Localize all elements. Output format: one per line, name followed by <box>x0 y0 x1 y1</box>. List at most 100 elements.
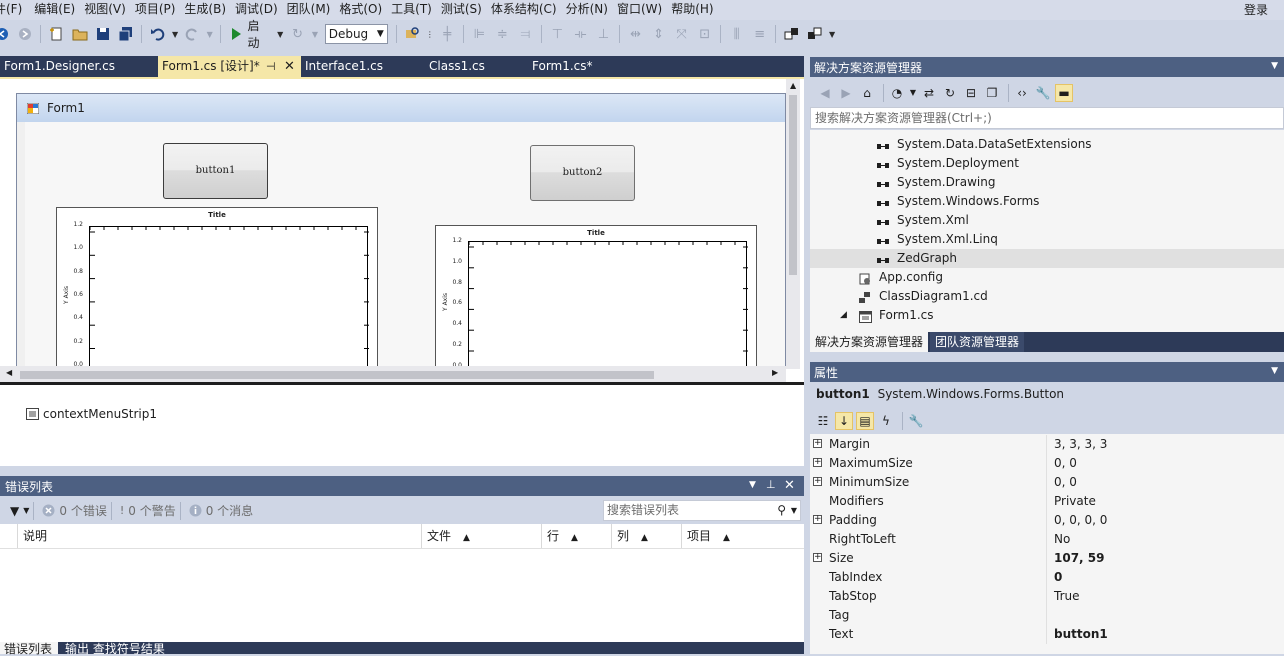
menu-item[interactable]: 项目(P) <box>135 0 187 20</box>
property-row[interactable]: Tag <box>810 606 1284 625</box>
open-folder-icon[interactable] <box>70 24 89 44</box>
property-value[interactable]: True <box>1054 587 1080 606</box>
search-icon[interactable]: ⚲ <box>777 501 786 520</box>
property-row[interactable]: Text button1 <box>810 625 1284 644</box>
events-lightning-icon[interactable]: ϟ <box>877 412 895 430</box>
find-in-files-icon[interactable] <box>403 24 422 44</box>
column-line[interactable]: 行 ▲ <box>541 524 611 548</box>
messages-toggle[interactable]: 0 个消息 <box>189 502 253 519</box>
tab-interface1-cs[interactable]: Interface1.cs <box>301 56 425 77</box>
make-same-size-icon[interactable]: ⤧ <box>672 24 691 44</box>
pending-dropdown-icon[interactable]: ▼ <box>909 84 917 102</box>
tree-node[interactable]: System.Xml.Linq <box>810 230 1284 249</box>
vertical-spacing-icon[interactable]: ≡ <box>750 24 769 44</box>
property-grid[interactable]: + Margin 3, 3, 3, 3 + MaximumSize 0, 0 + Minimu… <box>810 434 1284 654</box>
pin-icon[interactable]: ⊥ <box>766 478 776 491</box>
solution-explorer-tree[interactable]: System.Data.DataSetExtensions System.Depl… <box>810 130 1284 332</box>
column-column[interactable]: 列 ▲ <box>611 524 681 548</box>
properties-view-icon[interactable]: ▤ <box>856 411 874 430</box>
forward-icon[interactable]: ▶ <box>837 84 855 102</box>
tab-form1-cs-design[interactable]: Form1.cs [设计]* ⊣ ✕ <box>158 56 301 77</box>
expand-plus-icon[interactable]: + <box>813 458 822 467</box>
horizontal-spacing-icon[interactable]: ⫼ <box>727 24 746 44</box>
new-project-icon[interactable] <box>47 24 66 44</box>
property-value[interactable]: 0 <box>1054 568 1062 587</box>
redo-dropdown-icon[interactable]: ▼ <box>206 24 214 44</box>
errors-toggle[interactable]: 0 个错误 <box>42 502 107 519</box>
make-same-height-icon[interactable]: ⇕ <box>649 24 668 44</box>
menu-item[interactable]: 格式(O) <box>339 0 393 20</box>
property-value[interactable]: 107, 59 <box>1054 549 1104 568</box>
back-icon[interactable]: ◀ <box>816 84 834 102</box>
window-position-icon[interactable]: ▼ <box>1271 61 1278 71</box>
menu-item[interactable]: 编辑(E) <box>34 0 86 20</box>
tab-form1-designer-cs[interactable]: Form1.Designer.cs <box>0 56 158 77</box>
property-row[interactable]: RightToLeft No <box>810 530 1284 549</box>
property-row[interactable]: TabStop True <box>810 587 1284 606</box>
send-to-back-icon[interactable] <box>805 24 824 44</box>
refresh-dropdown-icon[interactable]: ▼ <box>311 24 319 44</box>
tree-node[interactable]: System.Deployment <box>810 154 1284 173</box>
property-row[interactable]: Modifiers Private <box>810 492 1284 511</box>
start-dropdown-icon[interactable]: ▼ <box>276 24 284 44</box>
align-lefts-icon[interactable]: ⊫ <box>470 24 489 44</box>
pending-changes-icon[interactable]: ◔ <box>888 84 906 102</box>
alphabetical-icon[interactable]: ↓ <box>835 411 853 430</box>
tree-node[interactable]: ZedGraph <box>810 249 1284 268</box>
property-row[interactable]: + MinimumSize 0, 0 <box>810 473 1284 492</box>
tab-form1-cs[interactable]: Form1.cs* <box>528 56 637 77</box>
properties-object-selector[interactable]: button1 System.Windows.Forms.Button <box>810 382 1284 406</box>
expand-arrow-icon[interactable]: ◢ <box>840 306 847 325</box>
warnings-toggle[interactable]: ! 0 个警告 <box>120 502 176 519</box>
menu-item[interactable]: 测试(S) <box>441 0 493 20</box>
tree-node[interactable]: System.Xml <box>810 211 1284 230</box>
menu-item[interactable]: 工具(T) <box>391 0 443 20</box>
button1-control[interactable]: button1 <box>163 143 268 199</box>
property-row[interactable]: TabIndex 0 <box>810 568 1284 587</box>
sync-icon[interactable]: ⇄ <box>920 84 938 102</box>
property-value[interactable]: No <box>1054 530 1070 549</box>
expand-plus-icon[interactable]: + <box>813 439 822 448</box>
property-value[interactable]: Private <box>1054 492 1096 511</box>
menu-item[interactable]: 生成(B) <box>184 0 237 20</box>
start-icon[interactable] <box>226 24 245 44</box>
tab-error-list[interactable]: 错误列表 <box>0 642 58 656</box>
tree-node[interactable]: ◢ Form1.cs <box>810 306 1284 325</box>
undo-icon[interactable] <box>148 24 167 44</box>
vertical-scroll-thumb[interactable] <box>789 95 797 275</box>
align-rights-icon[interactable]: ⫤ <box>516 24 535 44</box>
filter-dropdown-icon[interactable]: ▼ <box>23 506 29 515</box>
tree-node[interactable]: System.Windows.Forms <box>810 192 1284 211</box>
property-pages-wrench-icon[interactable]: 🔧 <box>907 412 925 430</box>
pin-icon[interactable]: ⊣ <box>266 56 276 77</box>
error-list-body[interactable] <box>0 549 804 642</box>
property-row[interactable]: + Margin 3, 3, 3, 3 <box>810 435 1284 454</box>
categorized-icon[interactable]: ☷ <box>814 412 832 430</box>
home-icon[interactable]: ⌂ <box>858 84 876 102</box>
button2-control[interactable]: button2 <box>530 145 635 201</box>
horizontal-scroll-thumb[interactable] <box>20 371 654 379</box>
back-icon[interactable] <box>0 24 11 44</box>
menu-item[interactable]: 团队(M) <box>287 0 342 20</box>
tab-class1-cs[interactable]: Class1.cs <box>425 56 528 77</box>
menu-item[interactable]: 窗口(W) <box>617 0 673 20</box>
column-file[interactable]: 文件 ▲ <box>421 524 541 548</box>
solution-explorer-search-input[interactable]: 搜索解决方案资源管理器(Ctrl+;) <box>810 107 1284 129</box>
align-to-grid-icon[interactable]: ╪ <box>438 24 457 44</box>
property-row[interactable]: + Size 107, 59 <box>810 549 1284 568</box>
toolbar-overflow-icon[interactable]: ▼ <box>828 24 836 44</box>
expand-plus-icon[interactable]: + <box>813 553 822 562</box>
window-position-icon[interactable]: ▼ <box>749 480 756 490</box>
close-icon[interactable]: ✕ <box>784 478 795 493</box>
properties-wrench-icon[interactable]: 🔧 <box>1034 84 1052 102</box>
tab-team-explorer[interactable]: 团队资源管理器 <box>930 332 1025 352</box>
view-code-icon[interactable]: ‹› <box>1013 84 1031 102</box>
filter-icon[interactable]: ▼ <box>10 504 19 518</box>
tab-solution-explorer[interactable]: 解决方案资源管理器 <box>810 332 929 352</box>
tree-node[interactable]: ClassDiagram1.cd <box>810 287 1284 306</box>
save-all-icon[interactable] <box>116 24 135 44</box>
property-value[interactable]: 0, 0 <box>1054 473 1077 492</box>
bring-to-front-icon[interactable] <box>782 24 801 44</box>
save-icon[interactable] <box>93 24 112 44</box>
window-position-icon[interactable]: ▼ <box>1271 366 1278 376</box>
